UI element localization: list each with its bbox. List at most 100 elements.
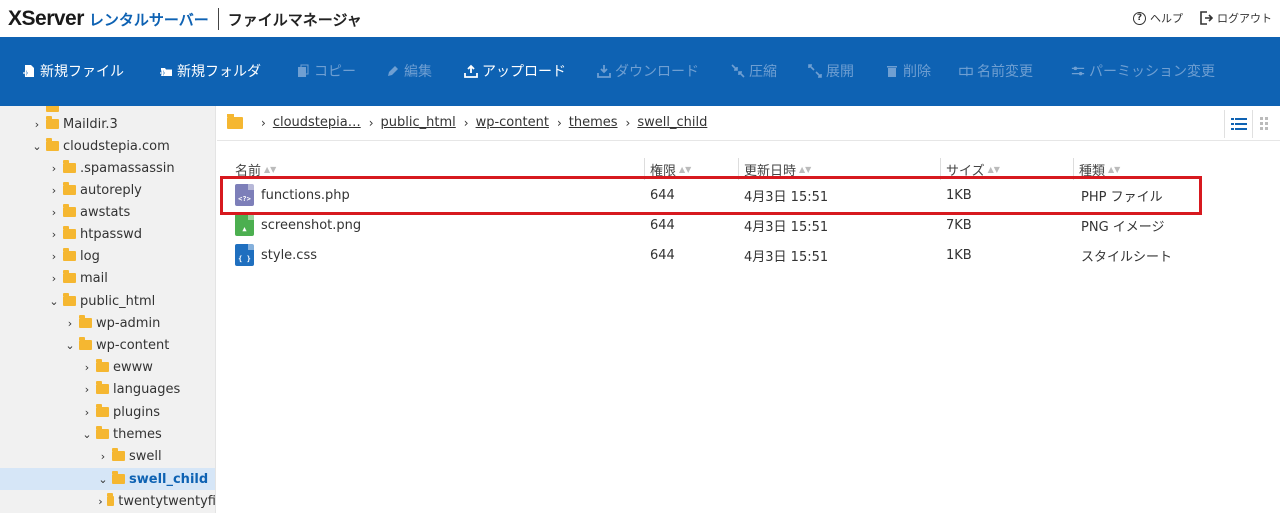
file-date: 4月3日 15:51 <box>744 189 829 205</box>
tree-item[interactable]: › ewww <box>0 356 215 378</box>
chevron-right-icon[interactable]: › <box>81 406 93 419</box>
chevron-right-icon: › <box>463 115 469 130</box>
chevron-right-icon[interactable]: › <box>97 450 109 463</box>
tree-item-label: log <box>80 248 100 264</box>
css-file-icon: { } <box>235 244 254 266</box>
column-header-size[interactable]: サイズ ▲▼ <box>940 158 1000 180</box>
new-folder-button[interactable]: 新規フォルダ <box>159 61 261 81</box>
edit-button[interactable]: 編集 <box>386 61 432 81</box>
chevron-right-icon[interactable]: › <box>48 228 60 241</box>
breadcrumb-link[interactable]: public_html <box>381 115 456 130</box>
sort-icon: ▲▼ <box>1108 164 1121 174</box>
extract-label: 展開 <box>826 64 854 80</box>
new-file-label: 新規ファイル <box>40 64 124 80</box>
permission-icon <box>1071 66 1085 76</box>
home-folder-icon[interactable] <box>227 113 243 129</box>
tree-item[interactable]: › htpasswd <box>0 223 215 245</box>
pencil-icon <box>388 66 398 76</box>
tree-item[interactable]: › twentytwentyfi <box>0 490 216 512</box>
tree-item[interactable]: › autoreply <box>0 179 215 201</box>
copy-label: コピー <box>314 64 356 80</box>
column-header-name[interactable]: 名前 ▲▼ <box>235 158 276 180</box>
file-name: style.css <box>261 247 317 263</box>
tree-item-label: Maildir.3 <box>63 116 118 132</box>
table-row[interactable]: <?> functions.php 644 4月3日 15:51 1KB PHP… <box>235 180 1280 210</box>
tree-item-selected[interactable]: ⌄ swell_child <box>0 468 215 490</box>
compress-button[interactable]: 圧縮 <box>731 61 777 81</box>
new-file-button[interactable]: 新規ファイル <box>22 61 124 81</box>
column-header-modified[interactable]: 更新日時 ▲▼ <box>738 158 811 180</box>
new-folder-icon <box>160 68 172 76</box>
grid-view-button[interactable] <box>1252 110 1280 138</box>
breadcrumb-link[interactable]: cloudstepia… <box>273 115 361 130</box>
new-file-icon <box>23 65 34 77</box>
upload-label: アップロード <box>482 64 566 80</box>
extract-button[interactable]: 展開 <box>808 61 854 81</box>
logout-link[interactable]: ログアウト <box>1199 10 1272 26</box>
chevron-down-icon[interactable]: ⌄ <box>31 140 43 153</box>
chevron-right-icon[interactable]: › <box>48 206 60 219</box>
rename-button[interactable]: 名前変更 <box>959 61 1033 81</box>
tree-item[interactable]: › .spamassassin <box>0 157 215 179</box>
upload-button[interactable]: アップロード <box>464 61 566 81</box>
list-view-icon <box>1230 118 1247 130</box>
delete-label: 削除 <box>903 64 931 80</box>
logout-icon <box>1200 11 1213 25</box>
chevron-right-icon[interactable]: › <box>64 317 76 330</box>
breadcrumb-link[interactable]: themes <box>569 115 618 130</box>
chevron-right-icon[interactable]: › <box>48 184 60 197</box>
folder-icon <box>79 315 92 328</box>
folder-icon <box>96 359 109 372</box>
table-row[interactable]: { } style.css 644 4月3日 15:51 1KB スタイルシート <box>235 240 1280 270</box>
tree-item[interactable]: ⌄ public_html <box>0 290 215 312</box>
tree-item[interactable]: › languages <box>0 378 215 400</box>
breadcrumb-link[interactable]: swell_child <box>637 115 707 130</box>
chevron-right-icon[interactable]: › <box>97 495 104 508</box>
column-header-type[interactable]: 種類 ▲▼ <box>1073 158 1121 180</box>
tree-item-label: twentytwentyfi <box>118 493 216 509</box>
chevron-right-icon[interactable]: › <box>31 118 43 131</box>
delete-button[interactable]: 削除 <box>885 61 931 81</box>
tree-item[interactable]: › awstats <box>0 201 215 223</box>
table-row[interactable]: ▲ screenshot.png 644 4月3日 15:51 7KB PNG … <box>235 210 1280 240</box>
chevron-right-icon[interactable]: › <box>48 272 60 285</box>
file-permission: 644 <box>650 217 675 233</box>
chevron-down-icon[interactable]: ⌄ <box>64 339 76 352</box>
tree-item[interactable]: ⌄ wp-content <box>0 334 215 356</box>
folder-icon <box>79 337 92 350</box>
breadcrumb-link[interactable]: wp-content <box>476 115 549 130</box>
chevron-right-icon[interactable]: › <box>81 361 93 374</box>
tree-item[interactable]: › swell <box>0 445 215 467</box>
sort-icon: ▲▼ <box>987 164 1000 174</box>
chevron-right-icon: › <box>368 115 374 130</box>
chevron-down-icon[interactable]: ⌄ <box>81 428 93 441</box>
tree-item-label: htpasswd <box>80 226 142 242</box>
logout-label: ログアウト <box>1217 12 1272 25</box>
tree-item[interactable]: › log <box>0 245 215 267</box>
list-view-button[interactable] <box>1224 110 1252 138</box>
permission-button[interactable]: パーミッション変更 <box>1071 61 1215 81</box>
file-date: 4月3日 15:51 <box>744 249 829 265</box>
download-button[interactable]: ダウンロード <box>597 61 699 81</box>
tree-item[interactable]: › mail <box>0 267 215 289</box>
folder-icon <box>112 448 125 461</box>
php-file-icon: <?> <box>235 184 254 206</box>
chevron-right-icon[interactable]: › <box>48 162 60 175</box>
chevron-right-icon[interactable]: › <box>48 250 60 263</box>
tree-item[interactable]: › wp-admin <box>0 312 215 334</box>
tree-item[interactable]: ⌄ cloudstepia.com <box>0 135 215 157</box>
copy-icon <box>298 64 309 77</box>
trash-icon <box>887 66 897 77</box>
help-link[interactable]: ? ヘルプ <box>1133 10 1183 26</box>
tree-item[interactable]: › plugins <box>0 401 215 423</box>
tree-item-label: wp-admin <box>96 315 161 331</box>
chevron-down-icon[interactable]: ⌄ <box>48 295 60 308</box>
tree-item[interactable]: › Maildir.3 <box>0 113 215 135</box>
copy-button[interactable]: コピー <box>296 61 356 81</box>
tree-item-label: ewww <box>113 359 153 375</box>
chevron-right-icon[interactable]: › <box>81 383 93 396</box>
tree-item[interactable]: ⌄ themes <box>0 423 215 445</box>
folder-icon <box>46 138 59 151</box>
chevron-down-icon[interactable]: ⌄ <box>97 473 109 486</box>
column-header-permission[interactable]: 権限 ▲▼ <box>644 158 691 180</box>
